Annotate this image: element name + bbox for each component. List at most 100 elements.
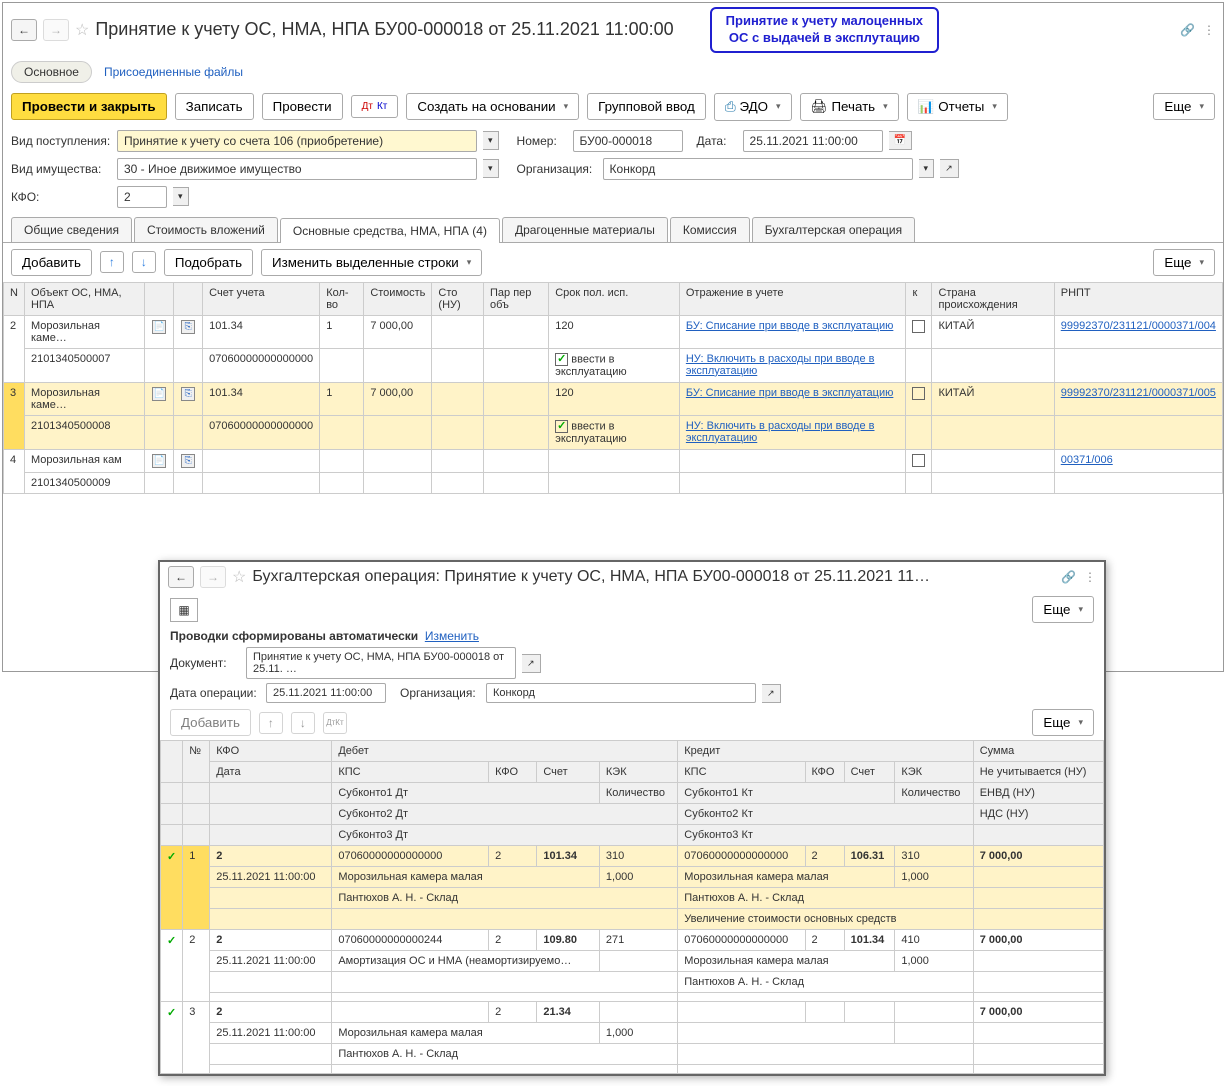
org-field[interactable]: Конкорд <box>603 158 913 180</box>
tab-precious[interactable]: Драгоценные материалы <box>502 217 668 242</box>
table-row-sub[interactable]: 2101340500009 <box>4 472 1223 493</box>
col-reflection: Отражение в учете <box>679 282 906 315</box>
col-cost-nu: Сто (НУ) <box>432 282 484 315</box>
save-button[interactable]: Записать <box>175 93 254 120</box>
ext-icon[interactable]: ⎘ <box>174 449 203 472</box>
nav-tab-files[interactable]: Присоединенные файлы <box>104 65 243 79</box>
calendar-icon[interactable] <box>889 131 912 150</box>
forward-button[interactable]: → <box>43 19 69 41</box>
back-button[interactable]: ← <box>11 19 37 41</box>
doc-open-icon[interactable]: ↗ <box>522 654 541 673</box>
edit-rows-button[interactable]: Изменить выделенные строки <box>261 249 482 276</box>
date-field[interactable]: 25.11.2021 11:00:00 <box>743 130 883 152</box>
kfo-dropdown[interactable]: ▾ <box>173 187 189 206</box>
ext-icon[interactable]: ⎘ <box>174 315 203 348</box>
overlay-title: Бухгалтерская операция: Принятие к учету… <box>252 568 930 586</box>
post-close-button[interactable]: Провести и закрыть <box>11 93 167 120</box>
col-account: Счет учета <box>203 282 320 315</box>
tab-acc-op[interactable]: Бухгалтерская операция <box>752 217 915 242</box>
ov-move-up-button[interactable]: ↑ <box>259 712 283 734</box>
ov-org-open-icon[interactable]: ↗ <box>762 684 781 703</box>
posting-row[interactable]: ✓32221.347 000,00 <box>161 1002 1104 1023</box>
org-label: Организация: <box>517 162 597 176</box>
col-rnpt: РНПТ <box>1054 282 1222 315</box>
ov-move-down-button[interactable]: ↓ <box>291 712 315 734</box>
callout-note: Принятие к учету малоценных ОС с выдачей… <box>710 7 939 53</box>
date-label: Дата: <box>697 134 737 148</box>
op-date-field[interactable]: 25.11.2021 11:00:00 <box>266 683 386 703</box>
col-par: Пар пер объ <box>484 282 549 315</box>
ov-org-field[interactable]: Конкорд <box>486 683 756 703</box>
auto-post-label: Проводки сформированы автоматически <box>170 629 418 643</box>
doc-icon[interactable]: 📄 <box>145 449 174 472</box>
ov-toggle-button[interactable]: ▦ <box>170 598 198 622</box>
doc-icon[interactable]: 📄 <box>145 382 174 415</box>
window-title: Принятие к учету ОС, НМА, НПА БУ00-00001… <box>95 19 673 40</box>
receipt-type-field[interactable]: Принятие к учету со счета 106 (приобрете… <box>117 130 477 152</box>
group-input-button[interactable]: Групповой ввод <box>587 93 706 120</box>
ov-org-label: Организация: <box>400 686 480 700</box>
ov-more-icon[interactable]: ⋮ <box>1084 570 1096 584</box>
create-based-on-button[interactable]: Создать на основании <box>406 93 579 120</box>
add-row-button[interactable]: Добавить <box>11 249 92 276</box>
ext-icon[interactable]: ⎘ <box>174 382 203 415</box>
dtkt-button[interactable]: ДтКт <box>351 95 399 118</box>
print-button[interactable]: 🖨 Печать <box>800 93 899 121</box>
table-row[interactable]: 2Морозильная каме…📄⎘101.3417 000,00120БУ… <box>4 315 1223 348</box>
change-link[interactable]: Изменить <box>425 629 479 643</box>
edo-button[interactable]: ⎙ ЭДО <box>714 93 792 121</box>
ov-more-button[interactable]: Еще <box>1032 596 1094 623</box>
col-object: Объект ОС, НМА, НПА <box>24 282 144 315</box>
post-button[interactable]: Провести <box>262 93 343 120</box>
reports-button[interactable]: 📊 Отчеты <box>907 93 1008 121</box>
nav-tab-main[interactable]: Основное <box>11 61 92 83</box>
ov-favorite-icon[interactable]: ☆ <box>232 567 246 587</box>
tab-assets[interactable]: Основные средства, НМА, НПА (4) <box>280 218 500 243</box>
tab-general[interactable]: Общие сведения <box>11 217 132 242</box>
number-field[interactable]: БУ00-000018 <box>573 130 683 152</box>
kfo-field[interactable]: 2 <box>117 186 167 208</box>
postings-table: № КФО Дебет Кредит Сумма Дата КПС КФО Сч… <box>160 740 1104 1074</box>
number-label: Номер: <box>517 134 567 148</box>
org-open-icon[interactable]: ↗ <box>940 159 959 178</box>
favorite-icon[interactable]: ☆ <box>75 20 89 40</box>
table-row[interactable]: 4Морозильная кам📄⎘00371/006 <box>4 449 1223 472</box>
table-row-sub[interactable]: 210134050000807060000000000000✓ ввести в… <box>4 415 1223 449</box>
assets-table: N Объект ОС, НМА, НПА Счет учета Кол-во … <box>3 282 1223 494</box>
ov-forward-button[interactable]: → <box>200 566 226 588</box>
table-row[interactable]: 3Морозильная каме…📄⎘101.3417 000,00120БУ… <box>4 382 1223 415</box>
move-up-button[interactable]: ↑ <box>100 251 124 273</box>
property-type-field[interactable]: 30 - Иное движимое имущество <box>117 158 477 180</box>
ov-dtkt-button[interactable]: ДтКт <box>323 712 347 734</box>
table-row-sub[interactable]: 210134050000707060000000000000✓ ввести в… <box>4 348 1223 382</box>
doc-icon[interactable]: 📄 <box>145 315 174 348</box>
receipt-type-label: Вид поступления: <box>11 134 111 148</box>
tab-commission[interactable]: Комиссия <box>670 217 750 242</box>
col-country: Страна происхождения <box>932 282 1054 315</box>
col-term: Срок пол. исп. <box>549 282 680 315</box>
ov-back-button[interactable]: ← <box>168 566 194 588</box>
sub-more-button[interactable]: Еще <box>1153 249 1215 276</box>
posting-row[interactable]: ✓22070600000000002442109.802710706000000… <box>161 930 1104 951</box>
receipt-type-dropdown[interactable]: ▾ <box>483 131 499 150</box>
property-type-label: Вид имущества: <box>11 162 111 176</box>
ov-more2-button[interactable]: Еще <box>1032 709 1094 736</box>
more-icon[interactable]: ⋮ <box>1203 23 1215 37</box>
org-dropdown[interactable]: ▾ <box>919 159 935 178</box>
col-k: к <box>906 282 932 315</box>
op-date-label: Дата операции: <box>170 686 260 700</box>
doc-label: Документ: <box>170 656 240 670</box>
property-type-dropdown[interactable]: ▾ <box>483 159 499 178</box>
kfo-label: КФО: <box>11 190 111 204</box>
pick-button[interactable]: Подобрать <box>164 249 253 276</box>
doc-field[interactable]: Принятие к учету ОС, НМА, НПА БУ00-00001… <box>246 647 516 679</box>
posting-row[interactable]: ✓12070600000000000002101.343100706000000… <box>161 846 1104 867</box>
link-icon[interactable]: 🔗 <box>1180 23 1195 37</box>
ov-link-icon[interactable]: 🔗 <box>1061 570 1076 584</box>
tab-invest-cost[interactable]: Стоимость вложений <box>134 217 278 242</box>
col-cost: Стоимость <box>364 282 432 315</box>
move-down-button[interactable]: ↓ <box>132 251 156 273</box>
ov-add-button[interactable]: Добавить <box>170 709 251 736</box>
more-button[interactable]: Еще <box>1153 93 1215 120</box>
col-n: N <box>4 282 25 315</box>
